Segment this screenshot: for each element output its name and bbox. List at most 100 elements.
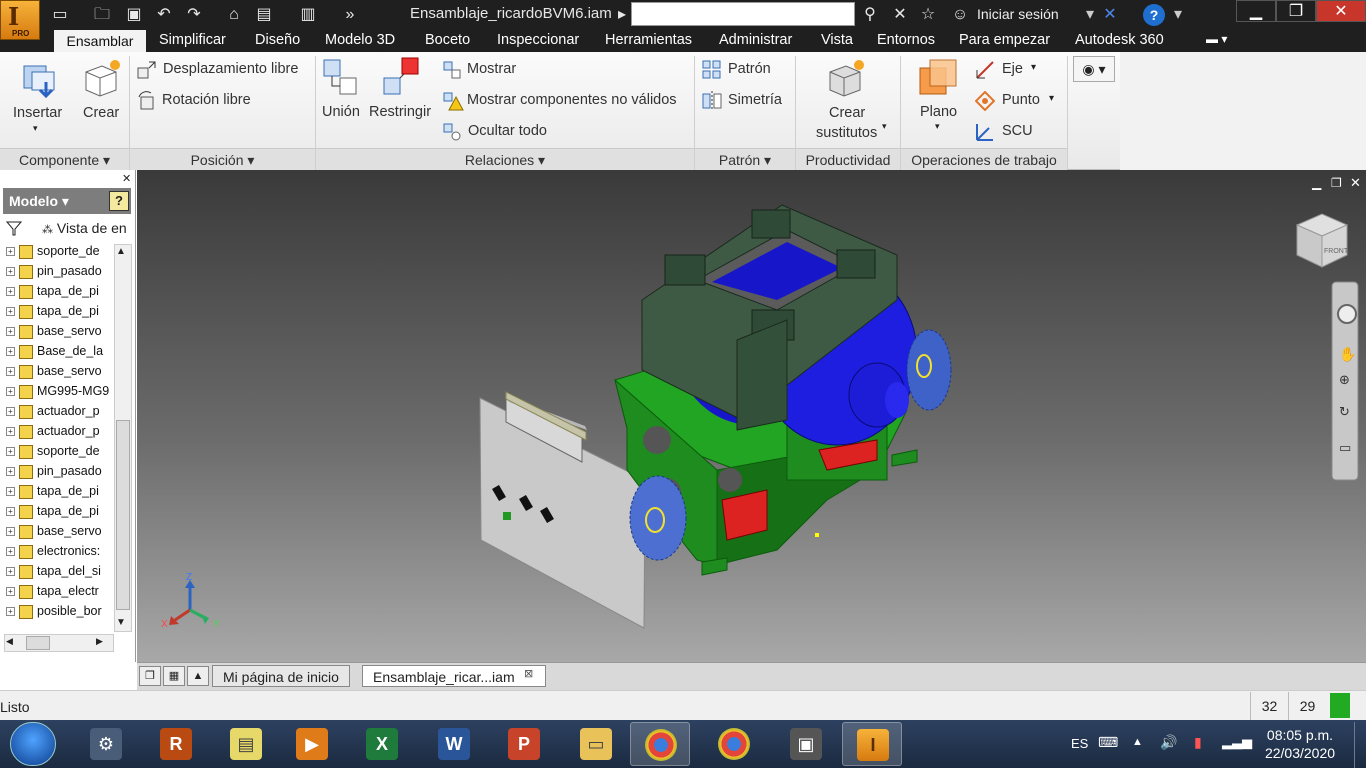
expand-icon[interactable]: + [6,367,15,377]
taskbar-inventor[interactable]: I [842,722,902,766]
sign-in-link[interactable]: Iniciar sesión [977,6,1059,22]
browser-tree-item[interactable]: + actuador_p [6,424,112,444]
network-signal-icon[interactable]: ▂▃▅ [1222,734,1252,750]
expand-icon[interactable]: + [6,307,15,317]
scroll-right-icon[interactable]: ▶ [96,636,103,647]
insertar-button[interactable]: Insertar [13,105,62,121]
tile-windows-icon[interactable]: ▦ [163,666,185,686]
redo-icon[interactable]: ↷ [184,5,204,25]
taskbar-clock[interactable]: 08:05 p.m. 22/03/2020 [1262,726,1338,762]
browser-tree-item[interactable]: + posible_bor [6,604,112,624]
panel-componente[interactable]: Componente ▾ [0,148,129,170]
filter-icon[interactable] [5,220,23,239]
expand-icon[interactable]: + [6,567,15,577]
expand-icon[interactable]: + [6,387,15,397]
panel-relaciones[interactable]: Relaciones ▾ [316,148,694,170]
expand-icon[interactable]: + [6,487,15,497]
search-input[interactable] [631,2,855,26]
rotacion-libre-button[interactable]: Rotación libre [162,92,251,108]
taskbar-settings[interactable]: ⚙ [76,722,136,766]
sustitutos-dropdown-icon[interactable]: ▾ [882,121,887,132]
expand-icon[interactable]: + [6,547,15,557]
eje-button[interactable]: Eje [1002,61,1023,77]
insertar-dropdown-icon[interactable]: ▾ [33,123,38,134]
crear-sustitutos-label-1[interactable]: Crear [829,105,865,121]
doc-tab-close-icon[interactable]: ⊠ [524,667,533,680]
browser-close-icon[interactable]: ✕ [122,172,131,185]
browser-hscroll-thumb[interactable] [26,636,50,650]
expand-icon[interactable]: + [6,587,15,597]
panel-patron[interactable]: Patrón ▾ [695,148,795,170]
exchange-icon[interactable]: ✕ [1100,5,1120,25]
star-icon[interactable]: ☆ [918,5,938,25]
tab-ensamblar[interactable]: Ensamblar [54,30,146,52]
taskbar-excel[interactable]: X [352,722,412,766]
desplazamiento-libre-button[interactable]: Desplazamiento libre [163,61,298,77]
browser-tree-item[interactable]: + actuador_p [6,404,112,424]
browser-tree-item[interactable]: + tapa_de_pi [6,304,112,324]
show-desktop-button[interactable] [1354,722,1366,768]
ribbon-overflow-button[interactable]: ◉ ▾ [1073,56,1115,82]
keyboard-icon[interactable]: ⌨ [1098,734,1118,751]
new-file-icon[interactable]: ▭ [50,5,70,25]
eje-dropdown-icon[interactable]: ▾ [1031,62,1036,73]
expand-icon[interactable]: + [6,287,15,297]
scroll-down-icon[interactable]: ▼ [116,617,126,628]
expand-icon[interactable]: + [6,447,15,457]
expand-icon[interactable]: + [6,247,15,257]
expand-icon[interactable]: + [6,527,15,537]
doc-tab-home[interactable]: Mi página de inicio [212,665,350,687]
user-icon[interactable]: ☺ [950,5,970,25]
browser-tree-item[interactable]: + Base_de_la [6,344,112,364]
browser-tree-item[interactable]: + tapa_de_pi [6,484,112,504]
expand-icon[interactable]: + [6,327,15,337]
zoom-icon[interactable]: ⊕ [1339,372,1350,388]
browser-tree-item[interactable]: + tapa_del_si [6,564,112,584]
browser-tree-item[interactable]: + pin_pasado [6,464,112,484]
simetria-button[interactable]: Simetría [728,92,782,108]
panel-posicion[interactable]: Posición ▾ [130,148,315,170]
browser-scroll-thumb[interactable] [116,420,130,610]
taskbar-word[interactable]: W [424,722,484,766]
crear-button[interactable]: Crear [83,105,119,121]
tab-entornos[interactable]: Entornos [877,32,935,48]
ocultar-todo-button[interactable]: Ocultar todo [468,123,547,139]
tab-diseno[interactable]: Diseño [255,32,300,48]
help-dropdown-icon[interactable]: ▾ [1168,5,1188,25]
union-button[interactable]: Unión [322,104,360,120]
plano-dropdown-icon[interactable]: ▾ [935,121,940,132]
taskbar-media[interactable]: ▶ [282,722,342,766]
browser-tree-item[interactable]: + pin_pasado [6,264,112,284]
expand-icon[interactable]: + [6,507,15,517]
plane-icon[interactable] [918,58,958,101]
insert-component-icon[interactable] [20,60,60,100]
orbit-icon[interactable]: ↻ [1339,404,1350,420]
punto-dropdown-icon[interactable]: ▾ [1049,93,1054,104]
cascade-windows-icon[interactable]: ❐ [139,666,161,686]
plano-button[interactable]: Plano [920,104,957,120]
doc-tab-assembly[interactable]: Ensamblaje_ricar...iam [362,665,546,687]
steering-wheel-icon[interactable] [1337,304,1357,324]
pan-icon[interactable]: ✋ [1339,346,1356,363]
update-icon[interactable]: ▤ [254,5,274,25]
material-icon[interactable]: ▥ [298,5,318,25]
create-component-icon[interactable] [82,58,122,98]
browser-tree-item[interactable]: + tapa_de_pi [6,284,112,304]
browser-tree-item[interactable]: + soporte_de [6,444,112,464]
ribbon-options-icon[interactable]: ▬ ▾ [1206,32,1227,46]
expand-icon[interactable]: + [6,267,15,277]
tray-expand-icon[interactable]: ▲ [1132,736,1143,748]
power-icon[interactable]: ▮ [1194,734,1202,751]
scroll-up-icon[interactable]: ▲ [116,246,126,257]
tab-list-icon[interactable]: ▲ [187,666,209,686]
tab-boceto[interactable]: Boceto [425,32,470,48]
undo-icon[interactable]: ↶ [154,5,174,25]
volume-icon[interactable]: 🔊 [1160,734,1177,751]
tab-modelo-3d[interactable]: Modelo 3D [325,32,395,48]
tab-herramientas[interactable]: Herramientas [605,32,692,48]
taskbar-rapid[interactable]: R [146,722,206,766]
browser-tree-item[interactable]: + tapa_electr [6,584,112,604]
scroll-left-icon[interactable]: ◀ [6,636,13,647]
scu-button[interactable]: SCU [1002,123,1033,139]
browser-tree-item[interactable]: + MG995-MG9 [6,384,112,404]
